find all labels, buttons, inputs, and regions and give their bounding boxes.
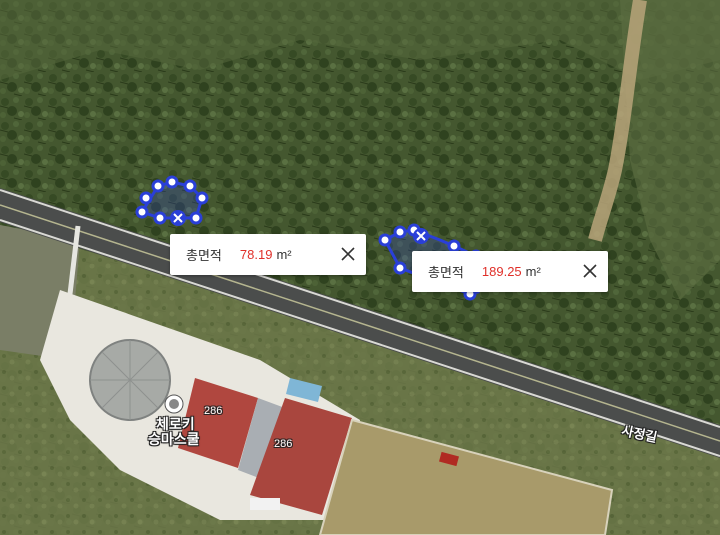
- measurement-popup-1: 총면적 78.19 m²: [170, 234, 366, 275]
- building-number-1: 286: [204, 405, 223, 417]
- delete-x-icon[interactable]: [170, 210, 186, 226]
- popup-title: 총면적: [186, 248, 222, 263]
- popup-title: 총면적: [428, 265, 464, 280]
- area-value: 189.25: [481, 264, 522, 279]
- poi-marker-icon[interactable]: [164, 394, 184, 414]
- close-icon[interactable]: [580, 261, 600, 281]
- area-value: 78.19: [239, 247, 273, 262]
- area-unit: m²: [525, 264, 541, 279]
- small-shed: [250, 498, 280, 510]
- dome-ribs: [90, 340, 170, 420]
- poi-name-line2[interactable]: 승마스쿨: [148, 429, 200, 449]
- delete-x-icon[interactable]: [413, 228, 429, 244]
- close-icon[interactable]: [338, 244, 358, 264]
- building-number-2: 286: [274, 438, 293, 450]
- measurement-popup-2: 총면적 189.25 m²: [412, 251, 608, 292]
- area-unit: m²: [276, 247, 292, 262]
